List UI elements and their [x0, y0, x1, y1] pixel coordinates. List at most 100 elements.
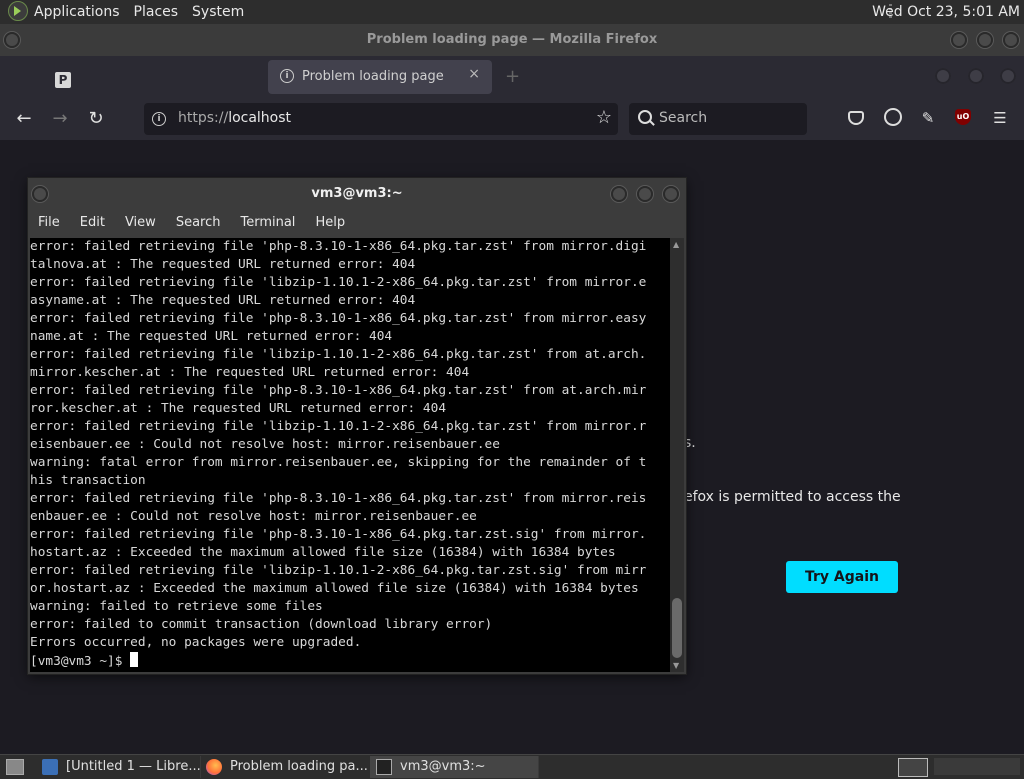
taskbar-item-terminal[interactable]: vm3@vm3:~ [370, 756, 539, 778]
p-favicon-icon: P [55, 72, 71, 88]
terminal-prompt: [vm3@vm3 ~]$ [30, 654, 131, 669]
terminal-line: error: failed retrieving file 'libzip-1.… [30, 563, 647, 578]
terminal-line: error: failed retrieving file 'php-8.3.1… [30, 527, 647, 542]
firefox-icon [206, 759, 222, 775]
minimize-button[interactable] [951, 32, 967, 48]
clock[interactable]: Wed Oct 23, 5:01 AM [872, 0, 1020, 24]
try-again-button[interactable]: Try Again [786, 561, 898, 593]
terminal-line: Errors occurred, no packages were upgrad… [30, 635, 362, 650]
reload-button[interactable]: ↻ [85, 108, 107, 130]
tab-title: Problem loading page [302, 69, 444, 84]
pocket-icon[interactable] [848, 111, 864, 125]
taskbar-item-label: [Untitled 1 — Libre... [66, 759, 201, 774]
url-bar[interactable]: i https://localhost ☆ [144, 103, 618, 135]
menu-view[interactable]: View [115, 210, 166, 236]
applications-menu-label: Applications [34, 4, 120, 20]
terminal-close-button[interactable] [663, 186, 679, 202]
terminal-line: error: failed retrieving file 'libzip-1.… [30, 419, 647, 434]
scroll-up-icon[interactable]: ▲ [673, 240, 679, 249]
terminal-line: error: failed retrieving file 'php-8.3.1… [30, 491, 647, 506]
terminal-cursor [130, 652, 139, 667]
terminal-line: mirror.kescher.at : The requested URL re… [30, 365, 470, 380]
terminal-line: error: failed retrieving file 'php-8.3.1… [30, 311, 647, 326]
tab-minimize-button[interactable] [935, 68, 951, 84]
terminal-screen[interactable]: error: failed retrieving file 'php-8.3.1… [30, 238, 670, 672]
terminal-line: asyname.at : The requested URL returned … [30, 293, 416, 308]
menu-edit[interactable]: Edit [70, 210, 115, 236]
forward-button[interactable]: → [49, 108, 71, 130]
maximize-button[interactable] [977, 32, 993, 48]
terminal-output[interactable]: error: failed retrieving file 'php-8.3.1… [30, 238, 670, 672]
account-icon[interactable] [884, 108, 902, 126]
workspace-switcher[interactable] [898, 758, 928, 777]
terminal-line: enbauer.ee : Could not resolve host: mir… [30, 509, 477, 524]
tab-maximize-button[interactable] [968, 68, 984, 84]
extensions-icon[interactable]: ✎ [918, 108, 938, 128]
search-input[interactable]: Search [629, 103, 807, 135]
terminal-line: ror.kescher.at : The requested URL retur… [30, 401, 447, 416]
gnome-foot-icon [8, 1, 28, 21]
window-title: Problem loading page — Mozilla Firefox [366, 32, 658, 47]
window-menu-button[interactable] [4, 32, 20, 48]
error-text-fragment-2: efox is permitted to access the [684, 489, 901, 505]
firefox-titlebar[interactable]: Problem loading page — Mozilla Firefox [0, 24, 1024, 56]
terminal-minimize-button[interactable] [611, 186, 627, 202]
scroll-down-icon[interactable]: ▼ [673, 661, 679, 670]
tab-bar: P i Problem loading page × + [0, 56, 1024, 98]
terminal-menubar: File Edit View Search Terminal Help [28, 210, 686, 236]
terminal-maximize-button[interactable] [637, 186, 653, 202]
menu-file[interactable]: File [28, 210, 70, 236]
search-placeholder: Search [659, 110, 708, 126]
menu-search[interactable]: Search [166, 210, 231, 236]
show-desktop-icon[interactable] [6, 759, 24, 775]
close-window-button[interactable] [1003, 32, 1019, 48]
tab-background[interactable]: P [8, 60, 258, 94]
ublock-origin-icon[interactable]: uO [955, 109, 971, 125]
nav-bar: ← → ↻ i https://localhost ☆ Search ✎ uO … [0, 98, 1024, 140]
terminal-line: hostart.az : Exceeded the maximum allowe… [30, 545, 616, 560]
terminal-window-menu-button[interactable] [32, 186, 48, 202]
workspace-2[interactable] [934, 758, 1020, 775]
new-tab-button[interactable]: + [505, 66, 520, 87]
url-text[interactable]: https://localhost [178, 110, 291, 126]
terminal-line: warning: fatal error from mirror.reisenb… [30, 455, 647, 470]
search-icon [638, 110, 652, 124]
terminal-line: his transaction [30, 473, 146, 488]
terminal-line: or.hostart.az : Exceeded the maximum all… [30, 581, 639, 596]
close-icon[interactable]: × [468, 66, 480, 82]
menu-terminal[interactable]: Terminal [230, 210, 305, 236]
taskbar-item-label: vm3@vm3:~ [400, 759, 486, 774]
taskbar-item-libreoffice[interactable]: [Untitled 1 — Libre... [36, 756, 201, 778]
terminal-line: name.at : The requested URL returned err… [30, 329, 393, 344]
site-info-icon[interactable]: i [152, 112, 166, 126]
tab-problem-loading[interactable]: i Problem loading page × [268, 60, 492, 94]
menu-help[interactable]: Help [305, 210, 355, 236]
terminal-line: eisenbauer.ee : Could not resolve host: … [30, 437, 500, 452]
panel-menus: Applications Places System [8, 0, 244, 24]
url-protocol: https:// [178, 110, 229, 126]
terminal-line: error: failed retrieving file 'libzip-1.… [30, 347, 647, 362]
hamburger-menu-icon[interactable]: ☰ [990, 108, 1010, 128]
places-menu[interactable]: Places [134, 0, 179, 24]
taskbar-item-label: Problem loading pa... [230, 759, 368, 774]
terminal-line: error: failed to commit transaction (dow… [30, 617, 493, 632]
terminal-line: error: failed retrieving file 'php-8.3.1… [30, 239, 647, 254]
url-host: localhost [228, 110, 292, 126]
terminal-icon [376, 759, 392, 775]
terminal-line: warning: failed to retrieve some files [30, 599, 323, 614]
terminal-scrollbar[interactable]: ▲ ▼ [670, 238, 684, 672]
bookmark-star-icon[interactable]: ☆ [596, 107, 612, 128]
terminal-titlebar[interactable]: vm3@vm3:~ [28, 178, 686, 210]
terminal-line: error: failed retrieving file 'libzip-1.… [30, 275, 647, 290]
system-menu[interactable]: System [192, 0, 244, 24]
terminal-line: error: failed retrieving file 'php-8.3.1… [30, 383, 647, 398]
taskbar-item-firefox[interactable]: Problem loading pa... [200, 756, 371, 778]
bottom-taskbar: [Untitled 1 — Libre... Problem loading p… [0, 754, 1024, 779]
libreoffice-writer-icon [42, 759, 58, 775]
top-panel: Applications Places System Wed Oct 23, 5… [0, 0, 1024, 24]
applications-menu[interactable]: Applications [8, 0, 120, 24]
tab-close-button[interactable] [1000, 68, 1016, 84]
scrollbar-thumb[interactable] [672, 598, 682, 658]
terminal-line: talnova.at : The requested URL returned … [30, 257, 416, 272]
back-button[interactable]: ← [13, 108, 35, 130]
